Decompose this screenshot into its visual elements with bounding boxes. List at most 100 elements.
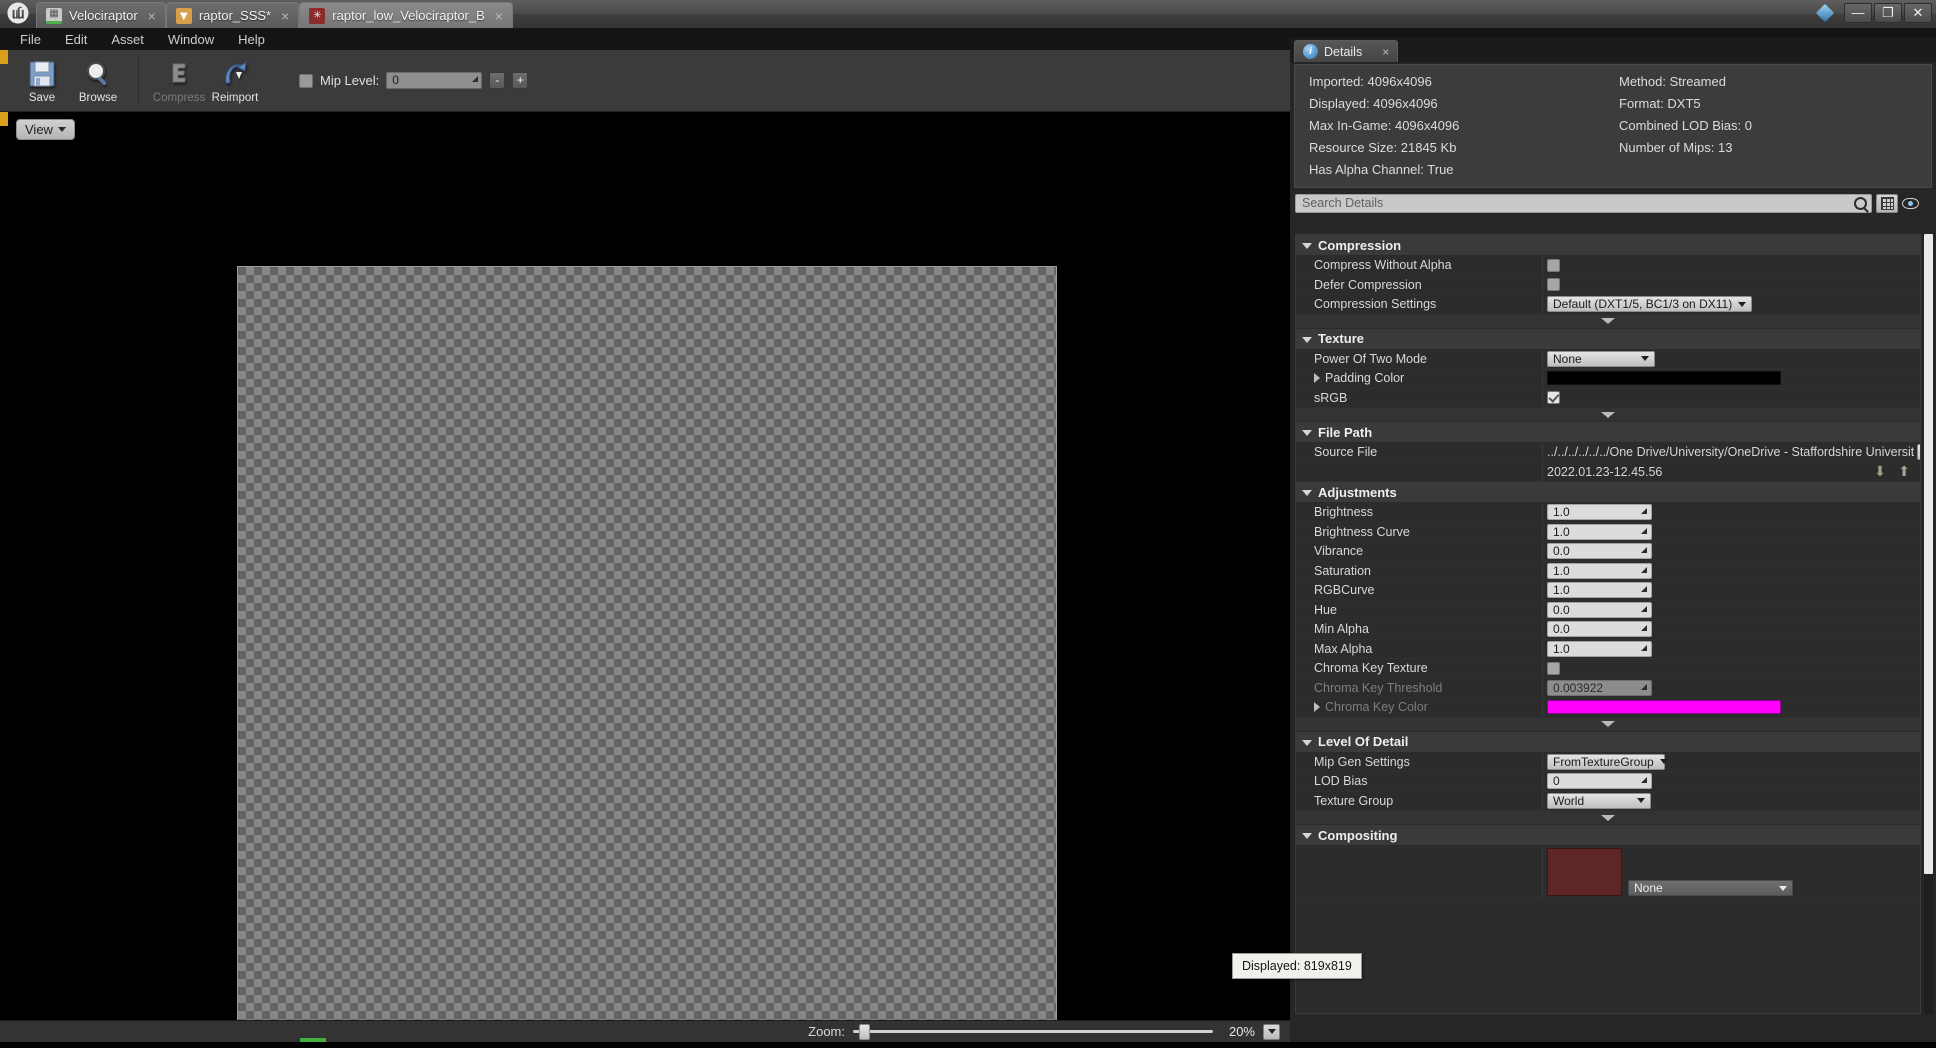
- zoom-slider[interactable]: [853, 1023, 1213, 1040]
- srgb-checkbox[interactable]: [1547, 391, 1560, 405]
- section-expander-compression[interactable]: [1296, 314, 1920, 329]
- toolbar-accent: [0, 50, 8, 111]
- row-min-alpha: Min Alpha 0.0: [1296, 620, 1920, 640]
- section-adjustments[interactable]: Adjustments: [1296, 482, 1920, 503]
- spinner-arrow-icon: [1641, 527, 1647, 534]
- compress-without-alpha-checkbox[interactable]: [1547, 258, 1560, 272]
- max-alpha-input[interactable]: 1.0: [1547, 640, 1652, 657]
- close-icon[interactable]: ×: [1382, 45, 1389, 59]
- chroma-key-threshold-input[interactable]: 0.003922: [1547, 679, 1652, 696]
- section-texture[interactable]: Texture: [1296, 328, 1920, 350]
- row-source-file: Source File ../../../../../../One Drive/…: [1296, 443, 1920, 463]
- section-title: File Path: [1318, 424, 1373, 440]
- section-compression[interactable]: Compression: [1296, 235, 1920, 256]
- zoom-slider-handle[interactable]: [859, 1023, 870, 1040]
- compositing-texture-thumbnail[interactable]: [1547, 848, 1622, 896]
- upload-icon[interactable]: ⬆: [1894, 463, 1914, 479]
- tab-raptor-low-velociraptor-basecolor[interactable]: ✳ raptor_low_Velociraptor_B ×: [299, 2, 513, 28]
- view-menu-button[interactable]: View: [16, 119, 75, 140]
- chevron-down-icon: [1302, 739, 1312, 746]
- padding-color-swatch[interactable]: [1547, 371, 1781, 386]
- property-label: Padding Color: [1296, 369, 1543, 388]
- power-of-two-mode-dropdown[interactable]: None: [1547, 350, 1655, 367]
- tab-close-icon[interactable]: ×: [492, 9, 506, 23]
- mip-level-decrement-button[interactable]: -: [489, 72, 506, 89]
- menu-window[interactable]: Window: [156, 30, 226, 49]
- chroma-key-texture-checkbox[interactable]: [1547, 661, 1560, 675]
- chevron-right-icon[interactable]: [1314, 373, 1320, 384]
- visibility-options-button[interactable]: [1902, 198, 1931, 209]
- toolbar-group-asset: Save Browse: [8, 50, 132, 111]
- section-file-path[interactable]: File Path: [1296, 422, 1920, 443]
- value-text: 1.0: [1553, 641, 1570, 656]
- zoom-dropdown-button[interactable]: [1263, 1023, 1280, 1040]
- saturation-input[interactable]: 1.0: [1547, 562, 1652, 579]
- section-compositing[interactable]: Compositing: [1296, 825, 1920, 846]
- property-label: sRGB: [1296, 388, 1543, 407]
- tab-velociraptor[interactable]: ▦ Velociraptor ×: [36, 2, 166, 28]
- diamond-icon: [1815, 3, 1835, 22]
- details-tab-label: Details: [1324, 44, 1363, 59]
- menu-help[interactable]: Help: [226, 30, 277, 49]
- search-input[interactable]: Search Details: [1295, 194, 1872, 213]
- section-level-of-detail[interactable]: Level Of Detail: [1296, 731, 1920, 753]
- section-expander-level-of-detail[interactable]: [1296, 811, 1920, 825]
- reimport-icon: [220, 57, 250, 91]
- tab-details[interactable]: i Details ×: [1294, 40, 1399, 62]
- mip-level-input[interactable]: 0: [386, 72, 483, 89]
- save-icon: [27, 57, 57, 91]
- compress-button[interactable]: Compress: [151, 54, 207, 104]
- chroma-key-color-swatch[interactable]: [1547, 700, 1781, 715]
- tab-close-icon[interactable]: ×: [145, 9, 159, 23]
- property-label: Compress Without Alpha: [1296, 256, 1543, 275]
- reimport-label: Reimport: [211, 92, 259, 104]
- save-button[interactable]: Save: [14, 54, 70, 104]
- menu-asset[interactable]: Asset: [99, 30, 156, 49]
- close-button[interactable]: ✕: [1904, 3, 1932, 23]
- defer-compression-checkbox[interactable]: [1547, 278, 1560, 292]
- minimize-button[interactable]: —: [1844, 3, 1872, 23]
- brightness-curve-input[interactable]: 1.0: [1547, 523, 1652, 540]
- view-grid-button[interactable]: [1876, 194, 1898, 213]
- details-scrollbar-thumb[interactable]: [1924, 234, 1933, 874]
- download-icon[interactable]: ⬇: [1870, 463, 1890, 479]
- texture-preview-canvas[interactable]: [237, 266, 1057, 1020]
- status-strip: [0, 1042, 1936, 1048]
- browse-button[interactable]: Browse: [70, 54, 126, 104]
- property-label: Chroma Key Color: [1296, 698, 1543, 717]
- zoom-slider-track: [853, 1030, 1213, 1033]
- min-alpha-input[interactable]: 0.0: [1547, 621, 1652, 638]
- menu-file[interactable]: File: [8, 30, 53, 49]
- properties-list: Compression Compress Without Alpha Defer…: [1295, 234, 1921, 1014]
- mip-level-value: 0: [392, 73, 399, 87]
- chevron-right-icon[interactable]: [1314, 702, 1320, 713]
- spinner-arrow-icon: [1641, 547, 1647, 554]
- browse-icon: [83, 57, 113, 91]
- lod-bias-input[interactable]: 0: [1547, 773, 1652, 790]
- brightness-input[interactable]: 1.0: [1547, 504, 1652, 521]
- hue-input[interactable]: 0.0: [1547, 601, 1652, 618]
- mip-level-checkbox[interactable]: [299, 73, 313, 88]
- restore-button[interactable]: ❐: [1874, 3, 1902, 23]
- row-compositing-texture: None: [1296, 846, 1920, 898]
- mip-gen-settings-dropdown[interactable]: FromTextureGroup: [1547, 753, 1668, 770]
- section-expander-texture[interactable]: [1296, 408, 1920, 422]
- tab-raptor-sss[interactable]: ▼ raptor_SSS* ×: [165, 2, 300, 28]
- section-expander-adjustments[interactable]: [1296, 717, 1920, 732]
- mip-level-increment-button[interactable]: +: [512, 72, 529, 89]
- property-label: Brightness Curve: [1296, 522, 1543, 541]
- vibrance-input[interactable]: 0.0: [1547, 543, 1652, 560]
- menu-edit[interactable]: Edit: [53, 30, 99, 49]
- value-text: 1.0: [1553, 563, 1570, 578]
- texture-info-grid: Imported: 4096x4096 Method: Streamed Dis…: [1294, 64, 1932, 188]
- reimport-button[interactable]: Reimport: [207, 54, 263, 104]
- browse-file-button[interactable]: ...: [1917, 444, 1920, 461]
- compositing-texture-dropdown[interactable]: None: [1628, 880, 1793, 896]
- details-scrollbar[interactable]: [1924, 234, 1933, 1014]
- compression-settings-dropdown[interactable]: Default (DXT1/5, BC1/3 on DX11): [1547, 296, 1753, 313]
- texture-viewport[interactable]: View: [0, 112, 1290, 1020]
- rgbcurve-input[interactable]: 1.0: [1547, 582, 1652, 599]
- tab-close-icon[interactable]: ×: [278, 9, 292, 23]
- source-file-path[interactable]: ../../../../../../One Drive/University/O…: [1547, 445, 1914, 459]
- texture-group-dropdown[interactable]: World: [1547, 792, 1651, 809]
